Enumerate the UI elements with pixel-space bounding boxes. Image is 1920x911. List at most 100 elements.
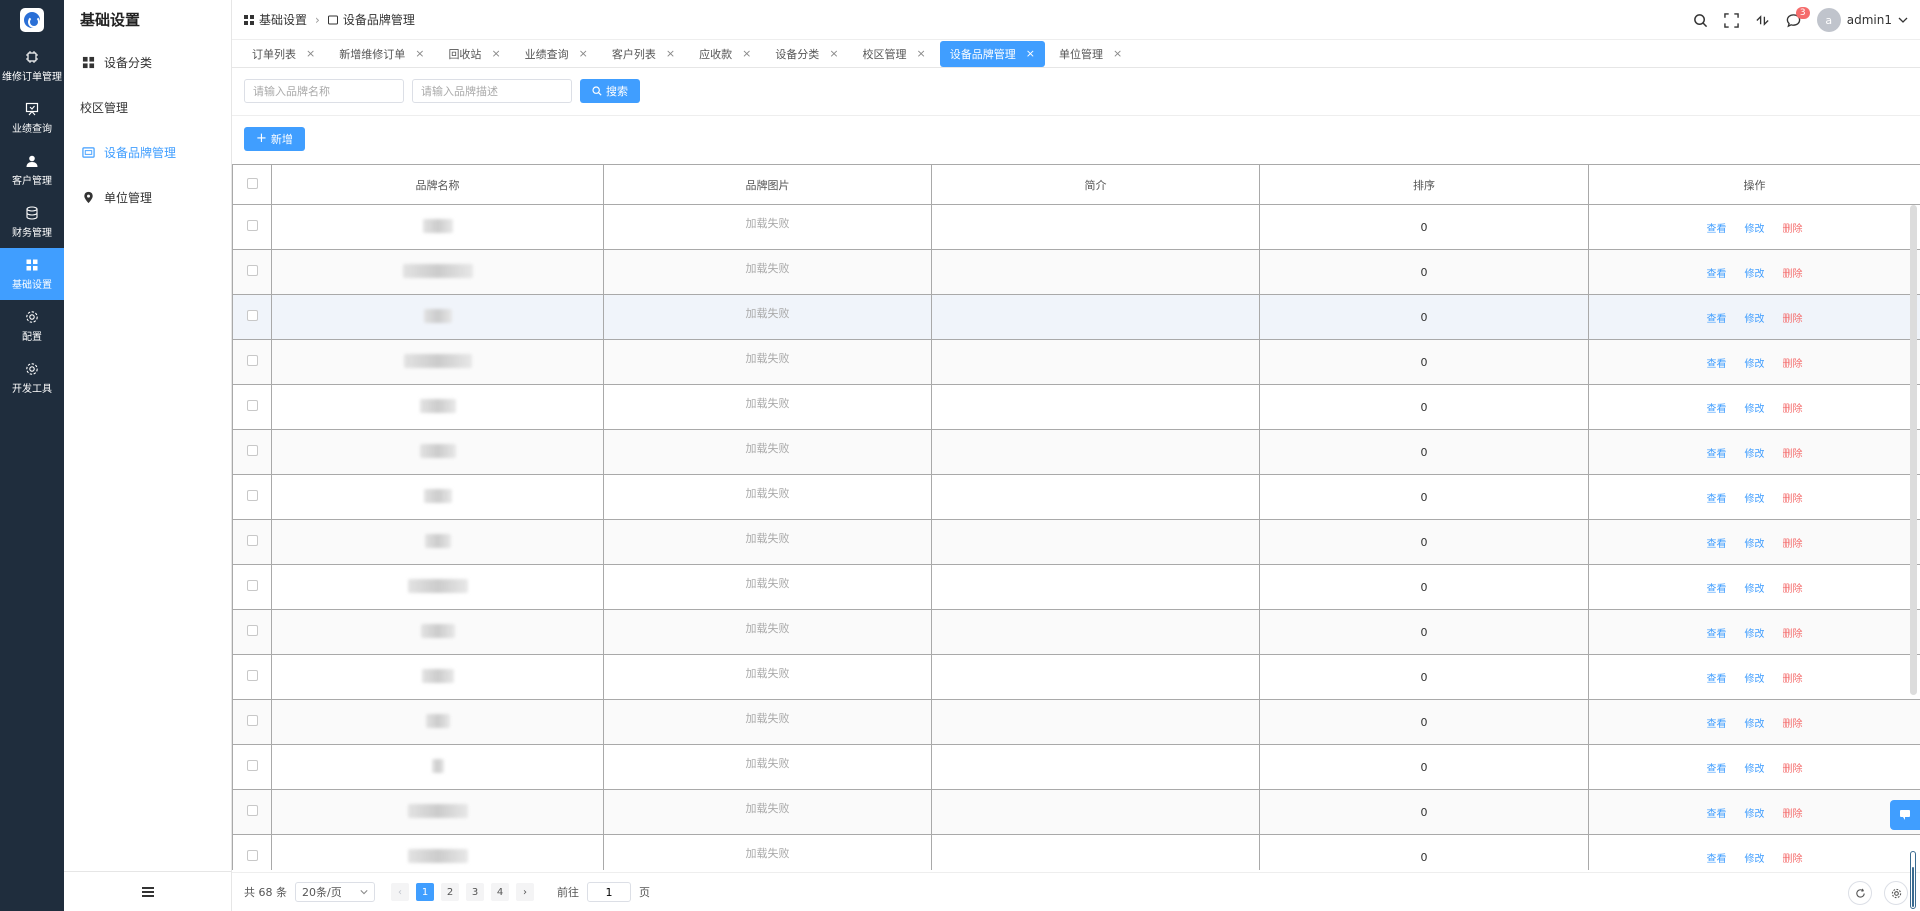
delete-button[interactable]: 删除 [1783, 854, 1803, 865]
edit-button[interactable]: 修改 [1745, 719, 1765, 730]
row-checkbox[interactable] [246, 760, 258, 771]
row-checkbox[interactable] [246, 535, 258, 546]
subnav-item-unit[interactable]: 单位管理 [64, 175, 231, 220]
delete-button[interactable]: 删除 [1783, 404, 1803, 415]
table-row[interactable]: 加载失败 0 查看 修改 删除 [232, 699, 1920, 745]
view-button[interactable]: 查看 [1707, 404, 1727, 415]
view-button[interactable]: 查看 [1707, 269, 1727, 280]
close-icon[interactable]: × [829, 47, 838, 60]
view-button[interactable]: 查看 [1707, 674, 1727, 685]
table-row[interactable]: 加载失败 0 查看 修改 删除 [232, 249, 1920, 295]
close-icon[interactable]: × [491, 47, 500, 60]
floating-feedback-button[interactable] [1890, 800, 1920, 830]
tab-9[interactable]: 单位管理 × [1049, 41, 1132, 67]
row-select-cell[interactable] [232, 204, 272, 250]
table-scrollbar[interactable] [1910, 205, 1917, 695]
edit-button[interactable]: 修改 [1745, 449, 1765, 460]
tab-3[interactable]: 业绩查询 × [515, 41, 598, 67]
view-button[interactable]: 查看 [1707, 854, 1727, 865]
breadcrumb-root[interactable]: 基础设置 [259, 11, 307, 28]
table-row[interactable]: 加载失败 0 查看 修改 删除 [232, 654, 1920, 700]
row-select-cell[interactable] [232, 789, 272, 835]
row-select-cell[interactable] [232, 564, 272, 610]
close-icon[interactable]: × [306, 47, 315, 60]
rail-item-0[interactable]: 维修订单管理 [0, 40, 64, 92]
prev-page-button[interactable]: ‹ [391, 883, 409, 901]
row-checkbox[interactable] [246, 355, 258, 366]
rail-item-3[interactable]: 财务管理 [0, 196, 64, 248]
close-icon[interactable]: × [917, 47, 926, 60]
table-row[interactable]: 加载失败 0 查看 修改 删除 [232, 744, 1920, 790]
brand-desc-input[interactable] [412, 79, 572, 103]
row-checkbox[interactable] [246, 805, 258, 816]
brand-name-input[interactable] [244, 79, 404, 103]
page-button[interactable]: 2 [441, 883, 459, 901]
row-select-cell[interactable] [232, 699, 272, 745]
delete-button[interactable]: 删除 [1783, 449, 1803, 460]
view-button[interactable]: 查看 [1707, 764, 1727, 775]
edit-button[interactable]: 修改 [1745, 224, 1765, 235]
delete-button[interactable]: 删除 [1783, 584, 1803, 595]
table-row[interactable]: 加载失败 0 查看 修改 删除 [232, 834, 1920, 870]
edit-button[interactable]: 修改 [1745, 539, 1765, 550]
page-button[interactable]: 1 [416, 883, 434, 901]
view-button[interactable]: 查看 [1707, 494, 1727, 505]
message-button[interactable]: 3 [1786, 6, 1810, 28]
row-select-cell[interactable] [232, 609, 272, 655]
delete-button[interactable]: 删除 [1783, 809, 1803, 820]
delete-button[interactable]: 删除 [1783, 314, 1803, 325]
tab-5[interactable]: 应收款 × [689, 41, 761, 67]
column-settings-button[interactable] [1884, 881, 1908, 905]
tab-7[interactable]: 校区管理 × [853, 41, 936, 67]
row-select-cell[interactable] [232, 834, 272, 870]
row-checkbox[interactable] [246, 625, 258, 636]
edit-button[interactable]: 修改 [1745, 629, 1765, 640]
select-all-cell[interactable] [232, 164, 272, 205]
edit-button[interactable]: 修改 [1745, 494, 1765, 505]
table-row[interactable]: 加载失败 0 查看 修改 删除 [232, 294, 1920, 340]
close-icon[interactable]: × [1113, 47, 1122, 60]
row-select-cell[interactable] [232, 744, 272, 790]
row-checkbox[interactable] [246, 310, 258, 321]
rail-item-5[interactable]: 配置 [0, 300, 64, 352]
table-row[interactable]: 加载失败 0 查看 修改 删除 [232, 204, 1920, 250]
tab-8[interactable]: 设备品牌管理 × [939, 40, 1045, 67]
page-button[interactable]: 3 [466, 883, 484, 901]
close-icon[interactable]: × [666, 47, 675, 60]
delete-button[interactable]: 删除 [1783, 539, 1803, 550]
search-icon[interactable] [1693, 13, 1708, 28]
next-page-button[interactable]: › [516, 883, 534, 901]
close-icon[interactable]: × [742, 47, 751, 60]
table-row[interactable]: 加载失败 0 查看 修改 删除 [232, 519, 1920, 565]
rail-item-2[interactable]: 客户管理 [0, 144, 64, 196]
add-button[interactable]: + 新增 [244, 127, 305, 151]
row-checkbox[interactable] [246, 445, 258, 456]
edit-button[interactable]: 修改 [1745, 584, 1765, 595]
table-row[interactable]: 加载失败 0 查看 修改 删除 [232, 429, 1920, 475]
view-button[interactable]: 查看 [1707, 809, 1727, 820]
row-checkbox[interactable] [246, 265, 258, 276]
edit-button[interactable]: 修改 [1745, 854, 1765, 865]
row-select-cell[interactable] [232, 384, 272, 430]
row-checkbox[interactable] [246, 850, 258, 861]
subnav-item-device-category[interactable]: 设备分类 [64, 40, 231, 85]
table-row[interactable]: 加载失败 0 查看 修改 删除 [232, 384, 1920, 430]
close-icon[interactable]: × [579, 47, 588, 60]
row-checkbox[interactable] [246, 220, 258, 231]
page-size-select[interactable]: 20条/页 [295, 882, 375, 902]
delete-button[interactable]: 删除 [1783, 674, 1803, 685]
edit-button[interactable]: 修改 [1745, 674, 1765, 685]
view-button[interactable]: 查看 [1707, 224, 1727, 235]
delete-button[interactable]: 删除 [1783, 719, 1803, 730]
view-button[interactable]: 查看 [1707, 539, 1727, 550]
table-row[interactable]: 加载失败 0 查看 修改 删除 [232, 339, 1920, 385]
select-all-checkbox[interactable] [246, 177, 258, 189]
subnav-item-campus[interactable]: 校区管理 [64, 85, 231, 130]
delete-button[interactable]: 删除 [1783, 359, 1803, 370]
delete-button[interactable]: 删除 [1783, 494, 1803, 505]
tab-2[interactable]: 回收站 × [438, 41, 510, 67]
delete-button[interactable]: 删除 [1783, 224, 1803, 235]
fullscreen-icon[interactable] [1724, 12, 1739, 28]
row-select-cell[interactable] [232, 519, 272, 565]
view-button[interactable]: 查看 [1707, 314, 1727, 325]
